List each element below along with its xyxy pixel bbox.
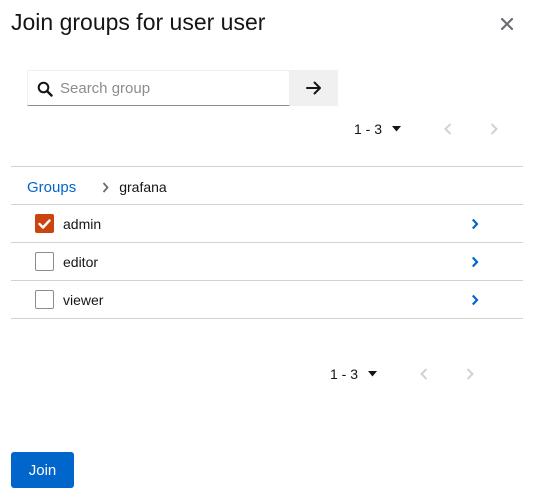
next-page-button[interactable]: [486, 121, 502, 137]
chevron-left-icon: [420, 368, 428, 380]
close-icon: [501, 18, 513, 30]
pagination-bottom: 1 - 3: [330, 362, 478, 386]
open-subgroup-button[interactable]: [467, 216, 483, 232]
caret-down-icon: [368, 371, 378, 377]
list-item: viewer: [11, 281, 523, 319]
breadcrumb-groups-link[interactable]: Groups: [27, 179, 76, 196]
arrow-right-icon: [306, 81, 321, 95]
group-checkbox-admin[interactable]: [35, 214, 54, 233]
per-page-toggle[interactable]: 1 - 3: [354, 121, 402, 137]
search-field: [27, 70, 290, 106]
search-icon: [37, 81, 53, 97]
prev-page-button[interactable]: [416, 366, 432, 382]
chevron-left-icon: [444, 123, 452, 135]
search-group: [27, 70, 338, 106]
group-checkbox-editor[interactable]: [35, 252, 54, 271]
close-button[interactable]: [496, 13, 518, 35]
join-button[interactable]: Join: [11, 452, 74, 488]
chevron-right-icon: [471, 256, 479, 267]
next-page-button[interactable]: [462, 366, 478, 382]
group-checkbox-viewer[interactable]: [35, 290, 54, 309]
pagination-range: 1 - 3: [330, 366, 359, 382]
breadcrumb-current: grafana: [119, 179, 167, 195]
list-item: editor: [11, 243, 523, 281]
prev-page-button[interactable]: [440, 121, 456, 137]
divider: [11, 166, 523, 167]
chevron-right-icon: [102, 181, 109, 193]
check-icon: [38, 218, 51, 229]
per-page-toggle[interactable]: 1 - 3: [330, 366, 378, 382]
breadcrumb: Groups grafana: [27, 177, 167, 197]
list-item: admin: [11, 205, 523, 243]
group-name: viewer: [63, 291, 104, 308]
caret-down-icon: [392, 126, 402, 132]
pagination-top: 1 - 3: [354, 117, 502, 141]
search-submit-button[interactable]: [290, 70, 338, 106]
chevron-right-icon: [466, 368, 474, 380]
pagination-range: 1 - 3: [354, 121, 383, 137]
open-subgroup-button[interactable]: [467, 254, 483, 270]
chevron-right-icon: [490, 123, 498, 135]
group-name: editor: [63, 253, 99, 270]
chevron-right-icon: [471, 294, 479, 305]
modal-title: Join groups for user user: [11, 9, 266, 35]
open-subgroup-button[interactable]: [467, 292, 483, 308]
search-input[interactable]: [28, 71, 289, 105]
chevron-right-icon: [471, 218, 479, 229]
group-name: admin: [63, 215, 102, 232]
